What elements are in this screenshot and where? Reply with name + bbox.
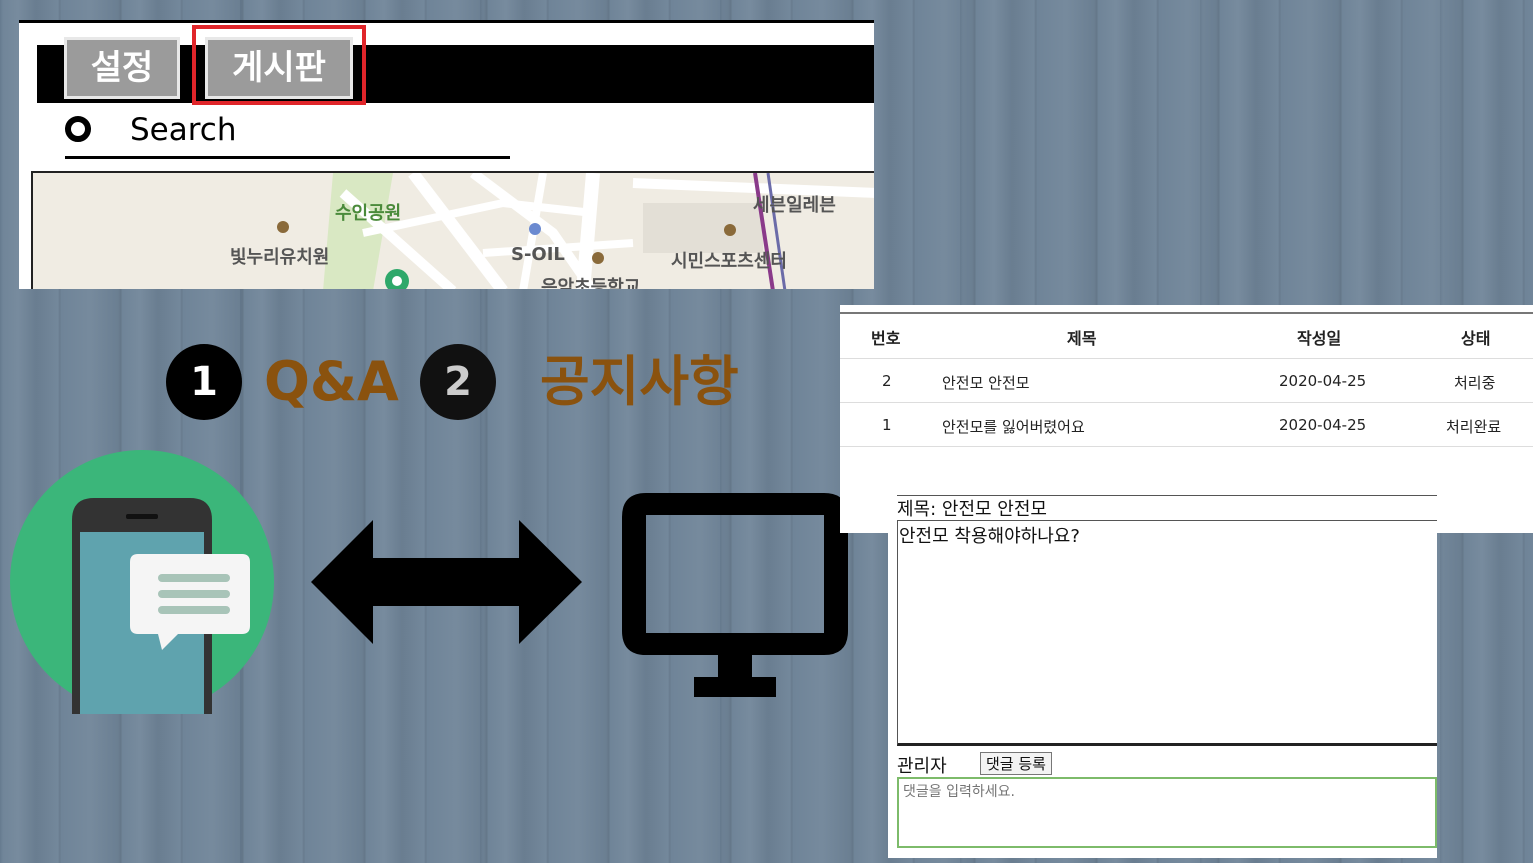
map-label: S-OIL <box>511 244 565 265</box>
tab-highlight-box <box>192 25 366 105</box>
double-arrow-icon <box>311 520 582 644</box>
comment-input[interactable] <box>897 777 1437 848</box>
map-label: 세븐일레븐 <box>753 195 836 216</box>
app-screenshot-panel: 설정 게시판 Search 수인공원 빛누리유치원 S-OIL 시민스포츠센터 … <box>19 20 874 289</box>
cell-date: 2020-04-25 <box>1279 372 1367 390</box>
tab-settings[interactable]: 설정 <box>64 37 180 99</box>
column-header-date: 작성일 <box>1297 329 1342 348</box>
table-row[interactable]: 2 안전모 안전모 2020-04-25 처리중 <box>840 359 1533 402</box>
post-body-box <box>897 520 1437 746</box>
post-title: 제목: 안전모 안전모 <box>897 499 1047 520</box>
cell-title[interactable]: 안전모를 잃어버렸어요 <box>942 416 1085 437</box>
map-label: 시민스포츠센터 <box>671 251 787 272</box>
map-label: 수인공원 <box>335 203 402 224</box>
table-top-border <box>840 312 1533 314</box>
step-1-badge: 1 <box>166 344 242 420</box>
search-label[interactable]: Search <box>130 112 237 148</box>
cell-number: 2 <box>882 372 892 390</box>
cell-title[interactable]: 안전모 안전모 <box>942 372 1030 393</box>
post-body: 안전모 착용해야하나요? <box>899 526 1080 547</box>
step-1-label: Q&A <box>264 350 399 413</box>
cell-number: 1 <box>882 416 892 434</box>
mobile-chat-icon <box>10 450 274 714</box>
step-2-label: 공지사항 <box>540 350 739 413</box>
step-2-badge: 2 <box>420 344 496 420</box>
post-detail-panel: 제목: 안전모 안전모 안전모 착용해야하나요? 관리자 댓글 등록 <box>888 490 1437 858</box>
map-view[interactable]: 수인공원 빛누리유치원 S-OIL 시민스포츠센터 세븐일레븐 은암초등학교 <box>31 171 874 289</box>
table-row[interactable]: 1 안전모를 잃어버렸어요 2020-04-25 처리완료 <box>840 403 1533 446</box>
search-circle-icon[interactable] <box>65 116 91 142</box>
cell-status: 처리완료 <box>1446 418 1502 436</box>
monitor-icon <box>622 493 848 697</box>
search-underline <box>65 156 510 159</box>
top-border <box>19 20 874 23</box>
column-header-title: 제목 <box>1067 329 1097 348</box>
row-divider <box>840 446 1533 447</box>
map-label: 빛누리유치원 <box>230 247 330 268</box>
cell-date: 2020-04-25 <box>1279 416 1367 434</box>
map-label: 은암초등학교 <box>541 277 641 289</box>
column-header-status: 상태 <box>1461 329 1491 348</box>
column-header-number: 번호 <box>871 329 901 348</box>
comment-submit-button[interactable]: 댓글 등록 <box>980 752 1052 775</box>
cell-status: 처리중 <box>1454 374 1496 392</box>
comment-author-label: 관리자 <box>897 756 947 777</box>
